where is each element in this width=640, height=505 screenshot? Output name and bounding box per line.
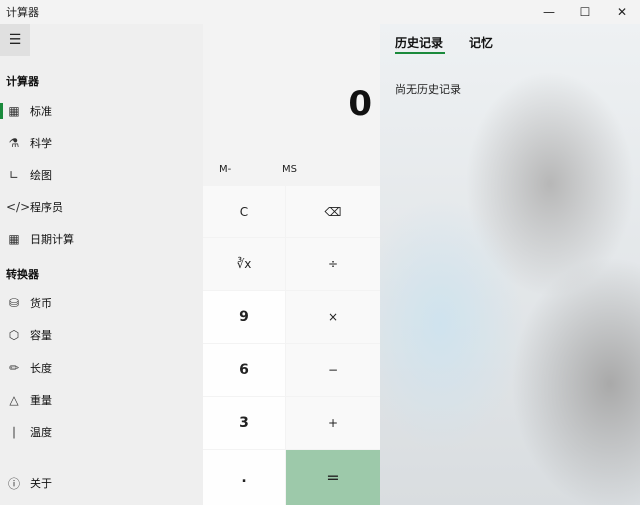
- close-icon: ✕: [616, 5, 628, 19]
- decimal-button[interactable]: .: [203, 450, 285, 505]
- maximize-button[interactable]: ☐: [567, 0, 603, 24]
- thermometer-icon: ∣: [11, 425, 17, 439]
- backspace-button[interactable]: ⌫: [286, 186, 380, 237]
- digit-3-button[interactable]: 3: [203, 397, 285, 449]
- history-empty-message: 尚无历史记录: [395, 83, 461, 96]
- nav-item-label: 绘图: [30, 169, 52, 182]
- title-bar: 计算器 — ☐ ✕: [0, 0, 640, 24]
- hamburger-icon: ☰: [8, 32, 22, 48]
- nav-item-temperature[interactable]: ∣ 温度: [0, 418, 203, 446]
- navigation-pane: ☰ 计算器 ▦ 标准 ⚗ 科学 ∟ 绘图 </> 程序员 ▦ 日期计算 转换器 …: [0, 24, 203, 505]
- close-button[interactable]: ✕: [604, 0, 640, 24]
- section-header-converter: 转换器: [6, 268, 39, 281]
- nav-item-label: 重量: [30, 394, 52, 407]
- calculator-icon: ▦: [8, 104, 20, 118]
- nav-item-currency[interactable]: ⛁ 货币: [0, 289, 203, 317]
- minimize-button[interactable]: —: [531, 0, 567, 24]
- code-icon: </>: [6, 200, 31, 214]
- cube-root-button[interactable]: ∛x: [203, 238, 285, 290]
- digit-9-button[interactable]: 9: [203, 291, 285, 343]
- nav-item-programmer[interactable]: </> 程序员: [0, 193, 203, 221]
- nav-item-volume[interactable]: ⬡ 容量: [0, 321, 203, 349]
- nav-item-length[interactable]: ✏ 长度: [0, 354, 203, 382]
- tab-history[interactable]: 历史记录: [395, 34, 443, 51]
- nav-item-date-calculation[interactable]: ▦ 日期计算: [0, 225, 203, 253]
- weight-icon: △: [9, 393, 19, 407]
- nav-item-label: 关于: [30, 477, 52, 490]
- clear-button[interactable]: C: [203, 186, 285, 237]
- nav-item-label: 科学: [30, 137, 52, 150]
- minimize-icon: —: [543, 5, 555, 19]
- graph-icon: ∟: [8, 168, 20, 182]
- app-title: 计算器: [6, 6, 39, 19]
- nav-item-label: 容量: [30, 329, 52, 342]
- nav-item-label: 程序员: [30, 201, 63, 214]
- nav-item-standard[interactable]: ▦ 标准: [0, 97, 203, 125]
- tab-memory[interactable]: 记忆: [469, 34, 493, 51]
- multiply-button[interactable]: ×: [286, 291, 380, 343]
- subtract-button[interactable]: −: [286, 344, 380, 396]
- info-icon: ⓘ: [7, 476, 20, 491]
- memory-subtract-button[interactable]: M-: [219, 164, 231, 175]
- divide-button[interactable]: ÷: [286, 238, 380, 290]
- flask-icon: ⚗: [8, 136, 20, 150]
- tab-history-indicator: [395, 52, 445, 54]
- coins-icon: ⛁: [8, 296, 20, 310]
- equals-button[interactable]: =: [286, 450, 380, 505]
- cube-icon: ⬡: [8, 328, 20, 342]
- ruler-icon: ✏: [8, 361, 20, 375]
- nav-item-graphing[interactable]: ∟ 绘图: [0, 161, 203, 189]
- calculator-panel: 0 M- MS C ⌫ ∛x ÷ 9 × 6 − 3 + . =: [203, 24, 380, 505]
- result-display: 0: [348, 84, 372, 124]
- backspace-icon: ⌫: [324, 204, 342, 219]
- add-button[interactable]: +: [286, 397, 380, 449]
- nav-item-scientific[interactable]: ⚗ 科学: [0, 129, 203, 157]
- nav-item-label: 标准: [30, 105, 52, 118]
- memory-store-button[interactable]: MS: [282, 164, 297, 175]
- digit-6-button[interactable]: 6: [203, 344, 285, 396]
- nav-item-label: 日期计算: [30, 233, 74, 246]
- calculator-app: 计算器 — ☐ ✕ ☰ 计算器 ▦ 标准 ⚗ 科学 ∟ 绘图 </> 程序员 ▦…: [0, 0, 640, 505]
- menu-button[interactable]: ☰: [0, 24, 30, 56]
- nav-item-label: 货币: [30, 297, 52, 310]
- maximize-icon: ☐: [579, 5, 591, 19]
- nav-item-weight[interactable]: △ 重量: [0, 386, 203, 414]
- nav-item-label: 温度: [30, 426, 52, 439]
- section-header-calculator: 计算器: [6, 75, 39, 88]
- nav-item-label: 长度: [30, 362, 52, 375]
- calendar-icon: ▦: [8, 232, 20, 246]
- nav-item-about[interactable]: ⓘ 关于: [0, 469, 203, 497]
